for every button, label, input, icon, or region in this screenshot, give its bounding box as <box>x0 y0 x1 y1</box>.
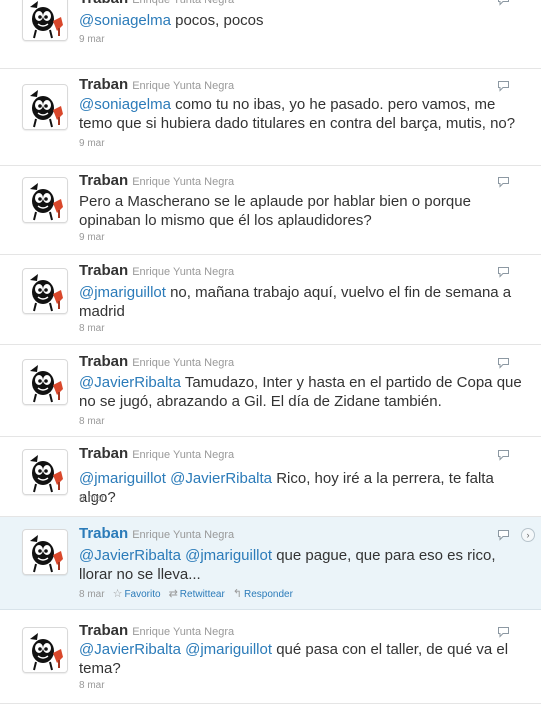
reply-icon[interactable] <box>497 266 510 278</box>
tweet-header: Traban Enrique Yunta Negra <box>79 353 234 371</box>
tweet-text: @JavierRibalta @jmariguillot que pague, … <box>79 546 524 584</box>
avatar[interactable] <box>22 268 68 314</box>
tweet-header: Traban Enrique Yunta Negra <box>79 0 234 8</box>
mention-link[interactable]: @jmariguillot <box>185 641 272 658</box>
reply-icon[interactable] <box>497 449 510 461</box>
tweet-item[interactable]: Traban Enrique Yunta Negra @JavierRibalta … <box>0 610 541 704</box>
reply-icon[interactable] <box>497 626 510 638</box>
avatar[interactable] <box>22 529 68 575</box>
full-name: Enrique Yunta Negra <box>132 80 235 92</box>
tweet-header: Traban Enrique Yunta Negra <box>79 525 234 543</box>
expand-arrow-icon[interactable]: › <box>521 528 535 542</box>
tweet-header: Traban Enrique Yunta Negra <box>79 76 234 94</box>
avatar[interactable] <box>22 449 68 495</box>
favorite-button-label: Favorito <box>124 589 161 600</box>
reply-icon[interactable] <box>497 529 510 541</box>
mention-link[interactable]: @JavierRibalta <box>79 374 181 391</box>
full-name: Enrique Yunta Negra <box>132 266 235 278</box>
tweet-text-segment: Pero a Mascherano se le aplaude por habl… <box>79 193 471 229</box>
mention-link[interactable]: @soniagelma <box>79 12 171 29</box>
tweet-item[interactable]: Traban Enrique Yunta Negra @JavierRibalta … <box>0 517 541 610</box>
retweet-button-label: Retwittear <box>179 589 225 600</box>
retweet-button[interactable]: ⇄ Retwittear <box>168 588 225 600</box>
full-name: Enrique Yunta Negra <box>132 176 235 188</box>
full-name: Enrique Yunta Negra <box>132 626 235 638</box>
full-name: Enrique Yunta Negra <box>132 0 235 6</box>
reply-icon[interactable] <box>497 176 510 188</box>
tweet-item[interactable]: Traban Enrique Yunta Negra Pero a Maschera… <box>0 166 541 255</box>
full-name: Enrique Yunta Negra <box>132 357 235 369</box>
tweet-timestamp[interactable]: 8 mar <box>79 680 105 691</box>
mention-link[interactable]: @JavierRibalta <box>170 470 272 487</box>
mention-link[interactable]: @JavierRibalta <box>79 547 181 564</box>
favorite-button[interactable]: ☆ Favorito <box>112 588 161 600</box>
star-icon: ☆ <box>112 588 123 600</box>
tweet-timestamp[interactable]: 8 mar <box>79 493 105 504</box>
mention-link[interactable]: @soniagelma <box>79 96 171 113</box>
tweet-timestamp[interactable]: 9 mar <box>79 232 105 243</box>
mention-link[interactable]: @jmariguillot <box>79 470 166 487</box>
avatar[interactable] <box>22 0 68 41</box>
tweet-text-segment: pocos, pocos <box>170 12 264 29</box>
mention-link[interactable]: @jmariguillot <box>79 284 166 301</box>
screen-name-link[interactable]: Traban <box>79 0 128 7</box>
tweet-timestamp[interactable]: 8 mar <box>79 416 105 427</box>
tweet-timestamp[interactable]: 8 mar <box>79 589 105 600</box>
tweet-header: Traban Enrique Yunta Negra <box>79 172 234 190</box>
tweet-timeline: Traban Enrique Yunta Negra @soniagelma poc… <box>0 0 541 704</box>
tweet-item[interactable]: Traban Enrique Yunta Negra @JavierRibalta … <box>0 345 541 437</box>
reply-button-label: Responder <box>244 589 293 600</box>
full-name: Enrique Yunta Negra <box>132 449 235 461</box>
tweet-timestamp[interactable]: 9 mar <box>79 34 105 45</box>
tweet-timestamp[interactable]: 9 mar <box>79 138 105 149</box>
tweet-text: @JavierRibalta @jmariguillot qué pasa co… <box>79 640 524 678</box>
tweet-item[interactable]: Traban Enrique Yunta Negra @soniagelma com… <box>0 69 541 166</box>
reply-icon[interactable] <box>497 80 510 92</box>
screen-name-link[interactable]: Traban <box>79 445 128 462</box>
screen-name-link[interactable]: Traban <box>79 353 128 370</box>
screen-name-link[interactable]: Traban <box>79 525 128 542</box>
tweet-actions: 8 mar ☆ Favorito ⇄ Retwittear ↰ Responder <box>79 587 301 600</box>
reply-button[interactable]: ↰ Responder <box>232 588 293 600</box>
tweet-item[interactable]: Traban Enrique Yunta Negra @jmariguillot n… <box>0 255 541 345</box>
tweet-header: Traban Enrique Yunta Negra <box>79 445 234 463</box>
tweet-timestamp[interactable]: 8 mar <box>79 323 105 334</box>
mention-link[interactable]: @jmariguillot <box>185 547 272 564</box>
tweet-item[interactable]: Traban Enrique Yunta Negra @soniagelma poc… <box>0 0 541 69</box>
avatar[interactable] <box>22 627 68 673</box>
reply-icon[interactable] <box>497 0 510 6</box>
screen-name-link[interactable]: Traban <box>79 262 128 279</box>
avatar[interactable] <box>22 84 68 130</box>
tweet-text: @jmariguillot @JavierRibalta Rico, hoy i… <box>79 469 524 507</box>
tweet-text: Pero a Mascherano se le aplaude por habl… <box>79 192 524 230</box>
screen-name-link[interactable]: Traban <box>79 76 128 93</box>
reply-arrow-icon: ↰ <box>232 588 243 600</box>
full-name: Enrique Yunta Negra <box>132 529 235 541</box>
screen-name-link[interactable]: Traban <box>79 622 128 639</box>
tweet-text: @jmariguillot no, mañana trabajo aquí, v… <box>79 283 524 321</box>
tweet-header: Traban Enrique Yunta Negra <box>79 622 234 640</box>
avatar[interactable] <box>22 177 68 223</box>
tweet-text: @soniagelma como tu no ibas, yo he pasad… <box>79 95 524 133</box>
tweet-text: @JavierRibalta Tamudazo, Inter y hasta e… <box>79 373 524 411</box>
reply-icon[interactable] <box>497 357 510 369</box>
mention-link[interactable]: @JavierRibalta <box>79 641 181 658</box>
tweet-item[interactable]: Traban Enrique Yunta Negra @jmariguillot @… <box>0 437 541 517</box>
screen-name-link[interactable]: Traban <box>79 172 128 189</box>
avatar[interactable] <box>22 359 68 405</box>
retweet-icon: ⇄ <box>168 588 178 600</box>
tweet-text: @soniagelma pocos, pocos <box>79 11 524 30</box>
tweet-header: Traban Enrique Yunta Negra <box>79 262 234 280</box>
